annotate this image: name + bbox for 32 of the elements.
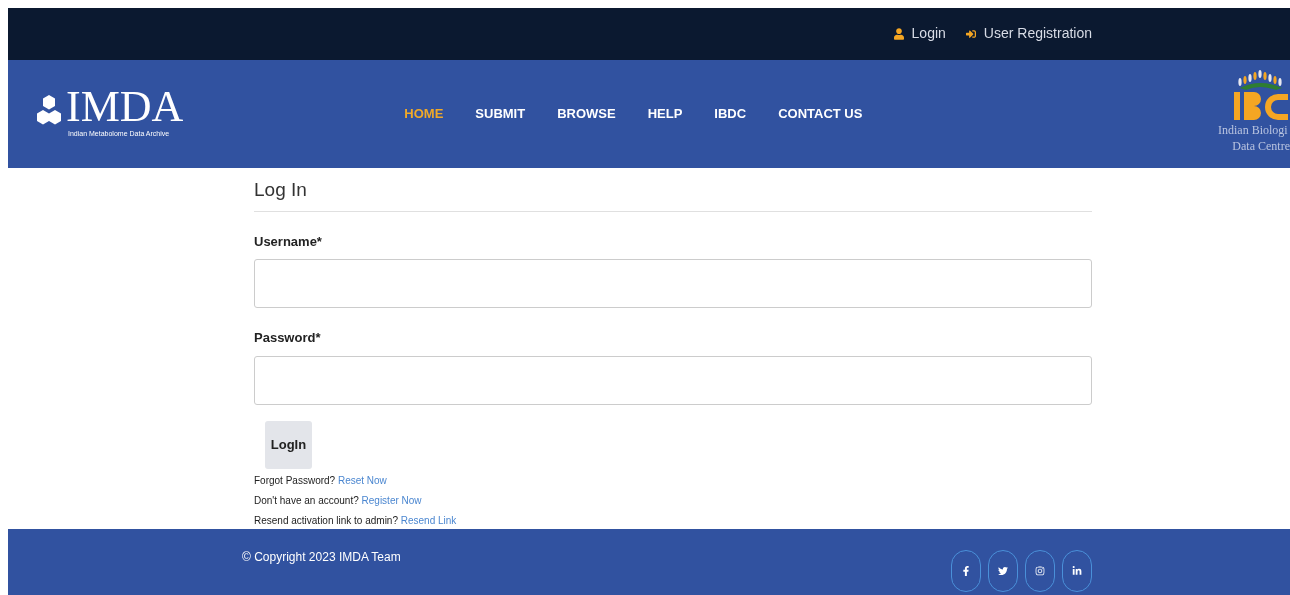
help-text: Resend activation link to admin? Resend Link	[254, 513, 458, 528]
facebook-icon	[961, 565, 971, 576]
nav-link[interactable]: IBDC	[714, 104, 747, 124]
instagram-icon	[1035, 565, 1045, 576]
nav-link[interactable]: CONTACT US	[778, 104, 863, 124]
field-label: Username*	[254, 232, 323, 251]
login-button[interactable]: LogIn	[265, 420, 312, 469]
sign-in-icon	[965, 27, 976, 40]
user-icon	[893, 27, 904, 40]
account-link[interactable]: Reset Now	[337, 474, 387, 486]
help-text: Forgot Password? Reset Now	[254, 473, 388, 488]
nav-link[interactable]: SUBMIT	[475, 104, 526, 124]
linkedin-icon	[1072, 565, 1082, 576]
top-link-label: User Registration	[983, 24, 1092, 44]
nav-link[interactable]: HOME	[404, 104, 444, 124]
nav-link[interactable]: HELP	[647, 104, 683, 124]
logo-title: IMDA	[66, 84, 184, 129]
field-label: Password*	[254, 329, 322, 348]
nav-link[interactable]: BROWSE	[557, 104, 616, 124]
input-field[interactable]	[254, 355, 1092, 405]
top-link-label: Login	[911, 24, 946, 44]
account-link[interactable]: Resend Link	[400, 514, 457, 526]
help-text: Don't have an account? Register Now	[254, 493, 423, 508]
partner-logo-text: Indian Biologi	[1218, 121, 1288, 138]
partner-logo-text: Data Centre	[1232, 137, 1290, 154]
copyright-text: © Copyright 2023 IMDA Team	[242, 548, 401, 566]
top-link[interactable]: Login	[893, 23, 946, 45]
top-link[interactable]: User Registration	[965, 23, 1092, 45]
page-title: Log In	[254, 176, 1092, 212]
twitter-icon	[998, 565, 1008, 576]
account-link[interactable]: Register Now	[361, 494, 422, 506]
input-field[interactable]	[254, 259, 1092, 309]
